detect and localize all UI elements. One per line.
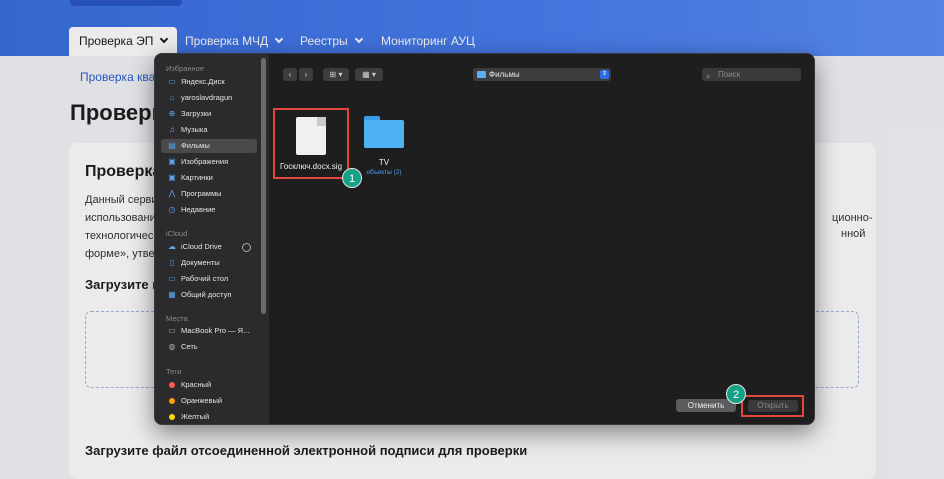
sidebar-item-label: Фильмы: [181, 141, 210, 150]
sidebar-item-downloads[interactable]: ⊕ Загрузки: [161, 107, 257, 121]
document-icon: [296, 117, 326, 155]
sidebar-item-recent[interactable]: ◷ Недавние: [161, 203, 257, 217]
sidebar-item-label: Картинки: [181, 173, 213, 182]
sidebar-item-desktop[interactable]: ▭ Рабочий стол: [161, 272, 257, 286]
tag-dot-icon: [169, 382, 175, 388]
sidebar-item-applications[interactable]: ⋀ Программы: [161, 187, 257, 201]
sidebar-item-shared[interactable]: ▦ Общий доступ: [161, 288, 257, 302]
file-item-gosklyuch[interactable]: Госключ.docx.sig: [273, 108, 349, 179]
folder-name[interactable]: TV: [359, 158, 409, 167]
sidebar-section-tags: Теги: [166, 367, 182, 376]
sidebar-item-pictures[interactable]: ▣ Изображения: [161, 155, 257, 169]
view-grid-button[interactable]: ⊞ ▾: [323, 68, 349, 81]
folder-icon: [364, 120, 404, 148]
shared-icon: ▦: [168, 290, 176, 299]
tag-dot-icon: [169, 398, 175, 404]
sidebar-item-yandex-disk[interactable]: ▭ Яндекс.Диск: [161, 75, 257, 89]
sidebar-item-label: Изображения: [181, 157, 229, 166]
sidebar-item-label: MacBook Pro — Я...: [181, 326, 250, 335]
sidebar-item-label: yaroslavdragun: [181, 93, 233, 102]
sidebar-item-movies[interactable]: ▤ Фильмы: [161, 139, 257, 153]
sidebar-item-tag-red[interactable]: Красный: [161, 378, 257, 392]
sidebar-item-label: Оранжевый: [181, 396, 223, 405]
laptop-icon: ▭: [168, 326, 176, 335]
step-badge-2: 2: [726, 384, 746, 404]
sidebar-item-tag-orange[interactable]: Оранжевый: [161, 394, 257, 408]
file-name: Госключ.docx.sig: [279, 162, 343, 171]
sidebar-item-icloud-drive[interactable]: ☁ iCloud Drive: [161, 240, 257, 254]
sidebar-item-label: Загрузки: [181, 109, 212, 118]
dialog-sidebar: Избранное ▭ Яндекс.Диск ⌂ yaroslavdragun ⊕…: [155, 54, 269, 424]
open-file-dialog: Избранное ▭ Яндекс.Диск ⌂ yaroslavdragun ⊕…: [154, 53, 815, 425]
progress-ring-icon: [242, 243, 251, 252]
sidebar-item-documents[interactable]: ▯ Документы: [161, 256, 257, 270]
open-button-highlight: Открыть: [741, 395, 804, 417]
sidebar-item-home[interactable]: ⌂ yaroslavdragun: [161, 91, 257, 105]
group-icon: ▦ ▾: [362, 70, 376, 79]
location-select[interactable]: Фильмы ⇕: [473, 68, 611, 81]
sidebar-section-icloud: iCloud: [166, 229, 188, 238]
grid-view-icon: ⊞ ▾: [329, 70, 343, 79]
desktop-icon: ▭: [168, 274, 176, 283]
group-button[interactable]: ▦ ▾: [355, 68, 383, 81]
network-icon: ◍: [168, 342, 176, 351]
sidebar-item-network[interactable]: ◍ Сеть: [161, 340, 257, 354]
home-icon: ⌂: [169, 93, 175, 102]
updown-chevron-icon: ⇕: [600, 70, 609, 79]
documents-icon: ▯: [169, 258, 175, 267]
search-placeholder: Поиск: [718, 70, 741, 79]
dialog-content: ‹ › ⊞ ▾ ▦ ▾ Фильмы ⇕ ⌕ Поиск Госключ.doc…: [269, 54, 814, 424]
sidebar-item-label: Недавние: [181, 205, 216, 214]
sidebar-item-music[interactable]: ♫ Музыка: [161, 123, 257, 137]
tag-dot-icon: [169, 414, 175, 420]
sidebar-item-label: Программы: [181, 189, 222, 198]
sidebar-item-label: Яндекс.Диск: [181, 77, 225, 86]
downloads-icon: ⊕: [168, 109, 176, 118]
location-label: Фильмы: [489, 70, 520, 79]
folder-subtitle: объекты (2): [366, 169, 402, 176]
drive-icon: ▭: [168, 77, 176, 86]
sidebar-item-tag-yellow[interactable]: Желтый: [161, 410, 257, 424]
icloud-icon: ☁: [168, 242, 176, 251]
folder-icon: [477, 71, 486, 78]
sidebar-section-favorites: Избранное: [166, 64, 205, 73]
movies-icon: ▤: [168, 141, 176, 150]
forward-button[interactable]: ›: [299, 68, 313, 81]
back-button[interactable]: ‹: [283, 68, 297, 81]
search-input[interactable]: ⌕ Поиск: [702, 68, 801, 81]
music-icon: ♫: [169, 125, 175, 134]
search-icon: ⌕: [706, 72, 711, 81]
sidebar-item-label: Сеть: [181, 342, 198, 351]
sidebar-item-label: iCloud Drive: [181, 242, 222, 251]
sidebar-item-label: Общий доступ: [181, 290, 232, 299]
sidebar-item-label: Красный: [181, 380, 212, 389]
sidebar-item-label: Документы: [181, 258, 220, 267]
folder-item-tv[interactable]: [364, 116, 404, 148]
sidebar-item-label: Музыка: [181, 125, 208, 134]
images-icon: ▣: [168, 173, 176, 182]
pictures-icon: ▣: [168, 157, 176, 166]
sidebar-item-macbook[interactable]: ▭ MacBook Pro — Я...: [161, 324, 257, 338]
sidebar-item-images[interactable]: ▣ Картинки: [161, 171, 257, 185]
sidebar-item-label: Рабочий стол: [181, 274, 229, 283]
applications-icon: ⋀: [168, 189, 176, 198]
cancel-button[interactable]: Отменить: [676, 399, 736, 412]
open-button[interactable]: Открыть: [748, 400, 798, 412]
sidebar-section-places: Места: [166, 314, 188, 323]
sidebar-item-label: Желтый: [181, 412, 210, 421]
recent-icon: ◷: [168, 205, 176, 214]
sidebar-scrollbar[interactable]: [261, 58, 266, 314]
